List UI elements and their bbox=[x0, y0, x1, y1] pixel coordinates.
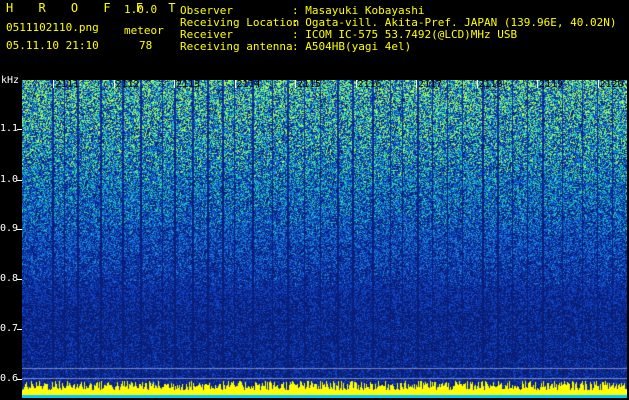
x-tick-label: 2119 bbox=[539, 79, 564, 90]
y-tick-mark bbox=[17, 379, 22, 380]
spectrogram-canvas bbox=[22, 80, 627, 398]
y-tick-mark bbox=[17, 329, 22, 330]
x-tick-label: 2116 bbox=[357, 79, 382, 90]
x-tick-mark bbox=[355, 80, 357, 88]
y-tick-mark bbox=[17, 229, 22, 230]
info-label-antenna: Receiving antenna bbox=[180, 40, 293, 53]
x-tick-mark bbox=[597, 80, 599, 88]
file-name: 0511102110.png bbox=[6, 21, 99, 34]
x-tick-mark bbox=[174, 80, 175, 88]
x-tick-mark bbox=[53, 80, 54, 88]
x-tick-label: 2117 bbox=[418, 79, 443, 90]
mode-label: meteor bbox=[124, 24, 164, 37]
x-tick-mark bbox=[416, 80, 417, 88]
spectrogram bbox=[22, 80, 627, 398]
x-tick-label: 2114 bbox=[236, 79, 261, 90]
count-label: 78 bbox=[139, 39, 153, 52]
y-tick-mark bbox=[17, 129, 22, 130]
x-tick-label: 2112 bbox=[115, 79, 140, 90]
x-tick-mark bbox=[476, 80, 478, 88]
x-tick-mark bbox=[113, 80, 115, 88]
x-tick-label: 2115 bbox=[297, 79, 322, 90]
datetime-label: 05.11.10 21:10 bbox=[6, 39, 99, 52]
y-tick-mark bbox=[17, 180, 22, 181]
x-tick-mark bbox=[537, 80, 538, 88]
app-version: 1.0.0 bbox=[124, 3, 158, 16]
x-tick-label: 2113 bbox=[176, 79, 201, 90]
x-tick-mark bbox=[295, 80, 296, 88]
x-tick-label: 2111 bbox=[55, 79, 80, 90]
x-tick-label: 2118 bbox=[478, 79, 503, 90]
app-title: H R O F F T bbox=[6, 1, 185, 15]
info-value-antenna: : A504HB(yagi 4el) bbox=[292, 40, 412, 53]
header-panel: H R O F F T 1.0.0 0511102110.png meteor … bbox=[0, 0, 629, 80]
y-tick-mark bbox=[17, 279, 22, 280]
x-tick-mark bbox=[234, 80, 236, 88]
x-tick-label: 2120 bbox=[599, 79, 624, 90]
y-axis-unit: kHz bbox=[1, 75, 20, 86]
